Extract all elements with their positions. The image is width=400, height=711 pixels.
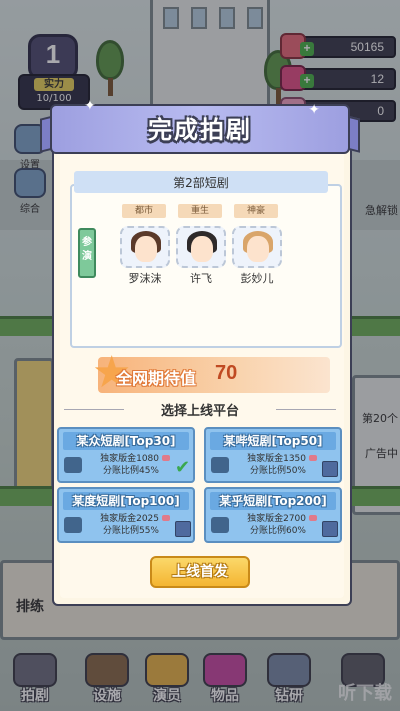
checkbox-unchecked-icon[interactable] <box>175 521 191 537</box>
actor-portrait <box>232 226 282 268</box>
checkbox-checked-icon[interactable]: ✔ <box>175 459 191 477</box>
platform-name: 某哔短剧[Top50] <box>210 432 336 450</box>
sparkle-icon: ✦ <box>308 102 320 118</box>
platform-share: 分账比例50% <box>249 466 306 476</box>
cast-label: 参演 <box>78 228 96 278</box>
actor-card[interactable]: 罗沫沫 <box>118 226 172 286</box>
camera-icon <box>64 517 82 533</box>
platform-share: 分账比例60% <box>249 526 306 536</box>
actor-name: 许飞 <box>190 272 212 285</box>
actor-portrait <box>120 226 170 268</box>
platform-share: 分账比例45% <box>102 466 159 476</box>
drama-title: 第2部短剧 <box>173 176 229 190</box>
platform-option[interactable]: 某乎短剧[Top200] 独家版金2700 分账比例60% <box>204 487 342 543</box>
platform-name: 某乎短剧[Top200] <box>210 492 336 510</box>
platform-fee: 独家版金2025 <box>100 514 159 524</box>
platform-name: 某众短剧[Top30] <box>63 432 189 450</box>
platform-detail: 独家版金1080 分账比例45% <box>85 453 159 477</box>
platform-name: 某度短剧[Top100] <box>63 492 189 510</box>
platform-detail: 独家版金1350 分账比例50% <box>232 453 306 477</box>
divider <box>276 409 336 410</box>
platform-fee: 独家版金1080 <box>100 454 159 464</box>
genre-tag: 都市 <box>122 204 166 218</box>
actor-name: 罗沫沫 <box>128 272 162 285</box>
section-title: 选择上线平台 <box>160 404 239 419</box>
platform-share: 分账比例55% <box>102 526 159 536</box>
gem-icon <box>309 455 317 461</box>
platform-option[interactable]: 某哔短剧[Top50] 独家版金1350 分账比例50% <box>204 427 342 483</box>
genre-tag: 神豪 <box>234 204 278 218</box>
drama-title-bar: 第2部短剧 <box>74 171 328 193</box>
camera-icon <box>211 457 229 473</box>
platform-detail: 独家版金2700 分账比例60% <box>232 513 306 537</box>
cast-label-text: 参演 <box>82 237 92 262</box>
platform-detail: 独家版金2025 分账比例55% <box>85 513 159 537</box>
go-online-button[interactable]: 上线首发 <box>150 556 250 588</box>
camera-icon <box>64 457 82 473</box>
gem-icon <box>162 515 170 521</box>
title-ribbon: 完成拍剧 ✦ ✦ <box>40 98 360 160</box>
anticipation-value: 70 <box>215 362 238 384</box>
actor-portrait <box>176 226 226 268</box>
platform-option[interactable]: 某度短剧[Top100] 独家版金2025 分账比例55% <box>57 487 195 543</box>
platform-fee: 独家版金2700 <box>247 514 306 524</box>
platform-option[interactable]: 某众短剧[Top30] 独家版金1080 分账比例45% ✔ <box>57 427 195 483</box>
sparkle-icon: ✦ <box>84 98 96 114</box>
gem-icon <box>162 455 170 461</box>
anticipation-label: 全网期待值 <box>116 369 197 388</box>
camera-icon <box>211 517 229 533</box>
genre-tag: 重生 <box>178 204 222 218</box>
checkbox-unchecked-icon[interactable] <box>322 521 338 537</box>
platform-fee: 独家版金1350 <box>247 454 306 464</box>
gem-icon <box>309 515 317 521</box>
checkbox-unchecked-icon[interactable] <box>322 461 338 477</box>
actor-card[interactable]: 彭妙儿 <box>230 226 284 286</box>
actor-card[interactable]: 许飞 <box>174 226 228 286</box>
actor-name: 彭妙儿 <box>240 272 274 285</box>
